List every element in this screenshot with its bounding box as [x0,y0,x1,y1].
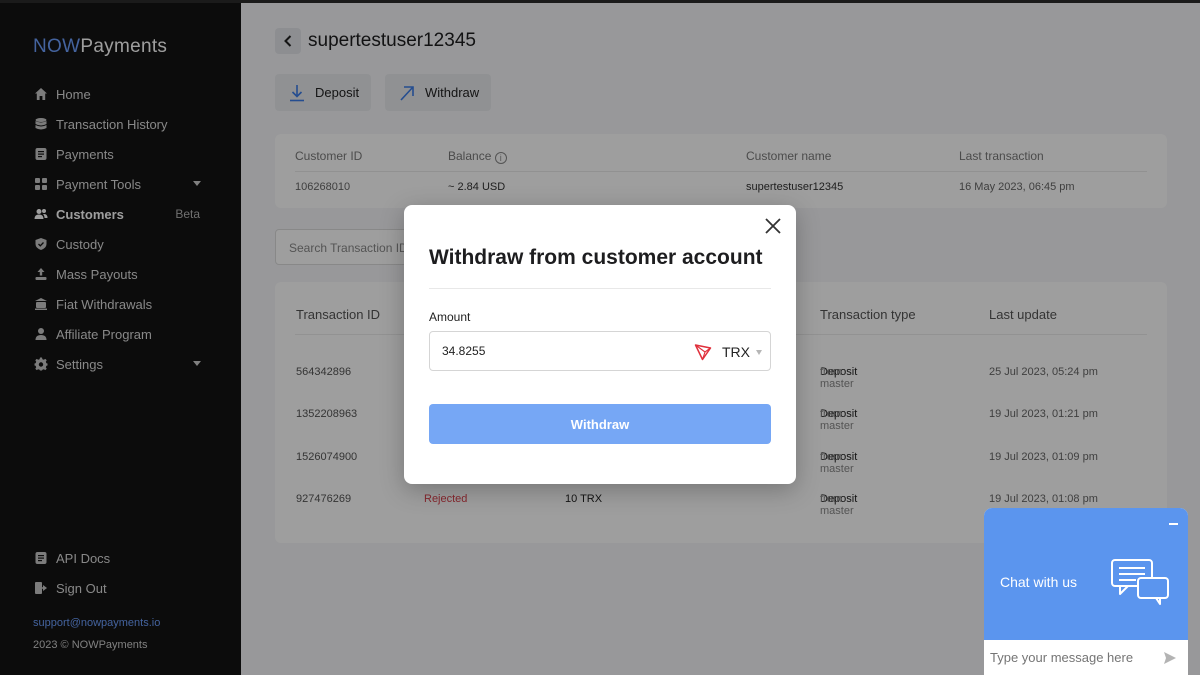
close-icon[interactable] [764,217,782,235]
modal-title: Withdraw from customer account [429,246,763,269]
withdraw-modal: Withdraw from customer account Amount TR… [404,205,796,484]
tron-icon [694,344,712,361]
chat-message-input[interactable] [990,650,1150,665]
send-icon[interactable] [1163,651,1177,665]
currency-select[interactable]: TRX [694,341,762,363]
amount-input[interactable] [442,344,672,358]
chat-widget: Chat with us [984,508,1188,675]
minimize-icon[interactable] [1169,523,1178,525]
amount-label: Amount [429,310,471,324]
currency-label: TRX [722,344,750,360]
amount-field: TRX [429,331,771,371]
divider [429,288,771,289]
withdraw-submit-button[interactable]: Withdraw [429,404,771,444]
chat-header[interactable]: Chat with us [984,508,1188,640]
chat-bubbles-icon [1111,559,1169,605]
chat-title: Chat with us [1000,574,1078,590]
chevron-down-icon [756,349,762,355]
